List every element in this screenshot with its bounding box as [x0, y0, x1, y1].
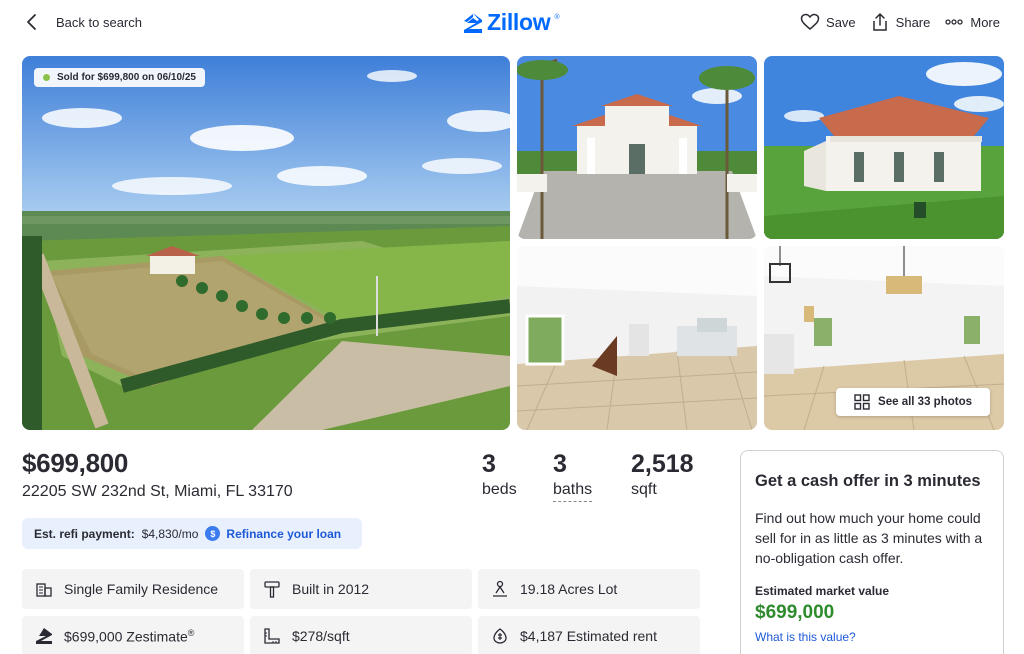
save-button[interactable]: Save [800, 12, 856, 32]
aerial-property-image [22, 56, 510, 430]
cash-offer-card: Get a cash offer in 3 minutes Find out h… [740, 450, 1004, 654]
beds-value: 3 [482, 450, 496, 478]
fact-home-type: Single Family Residence [22, 569, 244, 609]
market-value: $699,000 [755, 602, 835, 623]
photo-interior-living[interactable] [517, 246, 757, 430]
main-photo-aerial[interactable]: Sold for $699,800 on 06/10/25 [22, 56, 510, 430]
see-all-photos-label: See all 33 photos [878, 396, 972, 408]
refinance-link[interactable]: $ Refinance your loan [205, 526, 341, 541]
logo-registered-mark: ® [554, 14, 560, 21]
house-icon [36, 583, 52, 597]
logo-text: Zillow [487, 9, 551, 35]
ruler-icon [264, 628, 280, 644]
refi-payment-banner: Est. refi payment: $4,830/mo $ Refinance… [22, 518, 362, 549]
fact-text: $4,187 Estimated rent [520, 628, 657, 644]
dollar-circle-icon: $ [205, 526, 221, 541]
rent-icon [493, 628, 507, 644]
photo-interior-dining[interactable]: See all 33 photos [764, 246, 1004, 430]
market-value-label: Estimated market value [755, 584, 890, 598]
fact-zestimate: $699,000 Zestimate® [22, 616, 244, 654]
back-to-search-link[interactable]: Back to search [22, 12, 142, 32]
save-label: Save [826, 14, 856, 30]
heart-icon [800, 13, 820, 30]
zillow-z-icon [464, 12, 482, 33]
fact-text: Built in 2012 [292, 581, 370, 597]
baths-value: 3 [553, 450, 567, 478]
share-icon [872, 13, 887, 31]
chevron-left-icon [27, 14, 36, 30]
header-actions: Save Share More [800, 12, 1000, 32]
back-label: Back to search [56, 14, 142, 30]
top-bar: Back to search Zillow ® Save Share More [0, 0, 1024, 46]
see-all-photos-button[interactable]: See all 33 photos [836, 388, 990, 416]
photo-front-exterior[interactable] [517, 56, 757, 239]
more-label: More [970, 14, 1000, 30]
beds-stat: 3 beds [482, 450, 517, 499]
share-label: Share [895, 14, 931, 30]
fact-estimated-rent: $4,187 Estimated rent [478, 616, 700, 654]
front-exterior-image [517, 56, 757, 239]
sqft-label: sqft [631, 481, 657, 498]
fact-text: $278/sqft [292, 628, 350, 644]
zestimate-icon [36, 628, 52, 644]
fact-price-per-sqft: $278/sqft [250, 616, 472, 654]
refi-value: $4,830/mo [141, 526, 199, 541]
listing-address: 22205 SW 232nd St, Miami, FL 33170 [22, 483, 293, 500]
fact-year-built: Built in 2012 [250, 569, 472, 609]
cash-offer-title: Get a cash offer in 3 minutes [755, 472, 981, 490]
registered-mark: ® [187, 627, 195, 638]
photo-side-exterior[interactable] [764, 56, 1004, 239]
fact-text: $699,000 Zestimate® [64, 627, 195, 645]
side-exterior-image [764, 56, 1004, 239]
share-button[interactable]: Share [870, 12, 931, 32]
fact-lot-size: 19.18 Acres Lot [478, 569, 700, 609]
hammer-icon [264, 581, 280, 598]
baths-stat[interactable]: 3 baths [553, 450, 593, 502]
zillow-logo[interactable]: Zillow ® [463, 9, 560, 36]
sold-status-badge: Sold for $699,800 on 06/10/25 [34, 68, 205, 87]
sqft-value: 2,518 [631, 450, 694, 478]
more-dots-icon [945, 19, 964, 25]
listing-price: $699,800 [22, 448, 129, 478]
sqft-stat: 2,518 sqft [631, 450, 694, 499]
refinance-link-label: Refinance your loan [226, 526, 342, 541]
what-is-this-value-link[interactable]: What is this value? [755, 630, 989, 644]
cash-offer-body: Find out how much your home could sell f… [755, 510, 983, 566]
grid-icon [854, 394, 870, 410]
lot-icon [493, 580, 507, 597]
fact-text: Single Family Residence [64, 581, 219, 597]
sold-status-dot [43, 74, 50, 81]
more-button[interactable]: More [944, 12, 1000, 32]
interior-living-image [517, 246, 757, 430]
refi-label: Est. refi payment: [34, 526, 135, 541]
baths-label[interactable]: baths [553, 481, 593, 502]
sold-status-text: Sold for $699,800 on 06/10/25 [57, 72, 196, 83]
beds-label: beds [482, 481, 517, 498]
fact-text: 19.18 Acres Lot [520, 581, 618, 597]
